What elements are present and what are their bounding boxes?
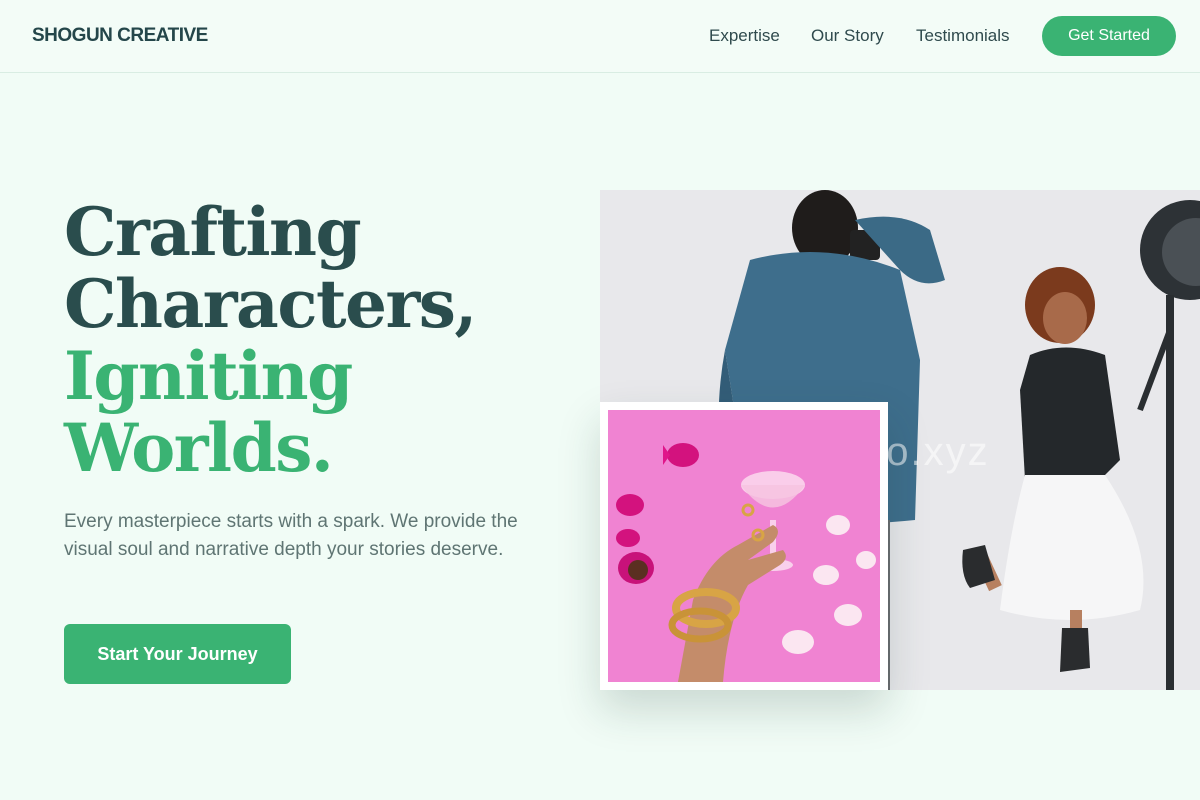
site-header: SHOGUN CREATIVE Expertise Our Story Test… bbox=[0, 0, 1200, 73]
hero-subtext: Every masterpiece starts with a spark. W… bbox=[64, 511, 518, 560]
get-started-button[interactable]: Get Started bbox=[1042, 16, 1176, 56]
brand-logo[interactable]: SHOGUN CREATIVE bbox=[32, 25, 208, 47]
start-journey-button[interactable]: Start Your Journey bbox=[64, 624, 291, 684]
headline-line-crafting: Crafting bbox=[64, 193, 362, 271]
photo-inset-illustration bbox=[608, 410, 880, 682]
nav-link-testimonials[interactable]: Testimonials bbox=[916, 26, 1010, 46]
headline-line-worlds: Worlds. bbox=[64, 409, 334, 487]
headline-line-igniting: Igniting bbox=[64, 337, 353, 415]
nav-link-our-story[interactable]: Our Story bbox=[811, 26, 884, 46]
headline-line-characters: Characters, bbox=[64, 265, 477, 343]
nav-link-expertise[interactable]: Expertise bbox=[709, 26, 780, 46]
hero-headline: Crafting Characters, Igniting Worlds. bbox=[64, 196, 564, 484]
jewelry-hand-pink-image bbox=[608, 410, 880, 682]
landing-page: SHOGUN CREATIVE Expertise Our Story Test… bbox=[0, 0, 1200, 800]
photo-inset-frame bbox=[600, 402, 888, 690]
